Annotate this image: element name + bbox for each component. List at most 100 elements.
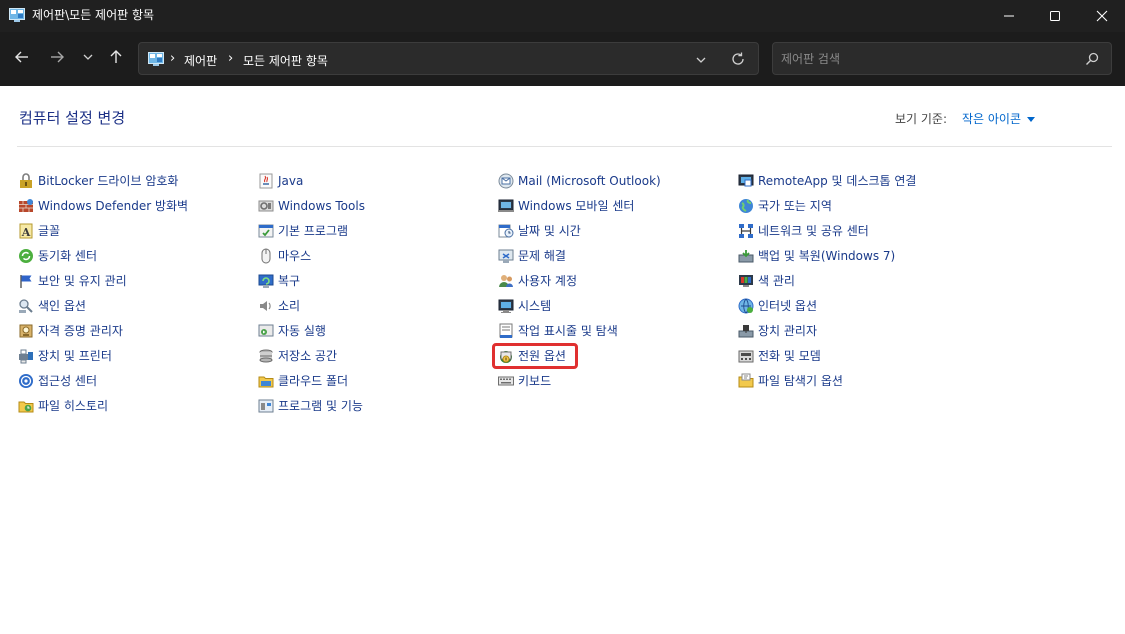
control-panel-item-label[interactable]: 저장소 공간: [278, 348, 337, 364]
control-panel-item-label[interactable]: 클라우드 폴더: [278, 373, 348, 389]
control-panel-item-backup[interactable]: 백업 및 복원(Windows 7): [738, 248, 978, 273]
breadcrumb-all-items[interactable]: 모든 제어판 항목: [243, 52, 328, 69]
control-panel-item-system[interactable]: 시스템: [498, 298, 738, 323]
control-panel-item-region-globe[interactable]: 국가 또는 지역: [738, 198, 978, 223]
control-panel-item-taskbar[interactable]: 작업 표시줄 및 탐색: [498, 323, 738, 348]
control-panel-item-label[interactable]: 마우스: [278, 248, 311, 264]
control-panel-item-label[interactable]: Windows Tools: [278, 198, 365, 214]
control-panel-item-autoplay[interactable]: 자동 실행: [258, 323, 498, 348]
control-panel-item-sound[interactable]: 소리: [258, 298, 498, 323]
control-panel-item-indexing[interactable]: 색인 옵션: [18, 298, 258, 323]
control-panel-item-label[interactable]: 프로그램 및 기능: [278, 398, 363, 414]
control-panel-item-file-explorer-options[interactable]: 파일 탐색기 옵션: [738, 373, 978, 398]
control-panel-item-sync-center[interactable]: 동기화 센터: [18, 248, 258, 273]
control-panel-item-label[interactable]: 전화 및 모뎀: [758, 348, 821, 364]
control-panel-item-firewall[interactable]: Windows Defender 방화벽: [18, 198, 258, 223]
control-panel-item-label[interactable]: 기본 프로그램: [278, 223, 348, 239]
control-panel-item-label[interactable]: 전원 옵션: [518, 348, 566, 364]
breadcrumb-control-panel[interactable]: 제어판: [184, 52, 217, 69]
control-panel-item-label[interactable]: 국가 또는 지역: [758, 198, 832, 214]
control-panel-item-label[interactable]: 장치 및 프린터: [38, 348, 112, 364]
control-panel-item-label[interactable]: 파일 히스토리: [38, 398, 108, 414]
control-panel-item-java[interactable]: Java: [258, 173, 498, 198]
control-panel-item-device-manager[interactable]: 장치 관리자: [738, 323, 978, 348]
device-manager-icon: [738, 323, 754, 339]
control-panel-item-date-time[interactable]: 날짜 및 시간: [498, 223, 738, 248]
control-panel-item-label[interactable]: 자동 실행: [278, 323, 326, 339]
control-panel-item-phone-modem[interactable]: 전화 및 모뎀: [738, 348, 978, 373]
control-panel-item-label[interactable]: 문제 해결: [518, 248, 566, 264]
control-panel-item-label[interactable]: 복구: [278, 273, 300, 289]
search-box[interactable]: [772, 42, 1112, 75]
control-panel-item-label[interactable]: 색인 옵션: [38, 298, 86, 314]
date-time-icon: [498, 223, 514, 239]
control-panel-item-label[interactable]: Windows 모바일 센터: [518, 198, 634, 214]
control-panel-item-label[interactable]: 글꼴: [38, 223, 60, 239]
control-panel-item-color-management[interactable]: 색 관리: [738, 273, 978, 298]
view-by-dropdown[interactable]: 작은 아이콘: [962, 110, 1036, 127]
recent-locations-button[interactable]: [77, 46, 99, 68]
chevron-right-icon[interactable]: ›: [228, 51, 233, 66]
control-panel-item-label[interactable]: 네트워크 및 공유 센터: [758, 223, 869, 239]
control-panel-item-default-programs[interactable]: 기본 프로그램: [258, 223, 498, 248]
arrow-left-icon: [15, 51, 28, 63]
control-panel-item-credential-manager[interactable]: 자격 증명 관리자: [18, 323, 258, 348]
control-panel-item-troubleshooting[interactable]: 문제 해결: [498, 248, 738, 273]
control-panel-item-bitlocker[interactable]: BitLocker 드라이브 암호화: [18, 173, 258, 198]
minimize-button[interactable]: [986, 0, 1032, 32]
control-panel-item-security-flag[interactable]: 보안 및 유지 관리: [18, 273, 258, 298]
control-panel-item-fonts[interactable]: A 글꼴: [18, 223, 258, 248]
internet-options-icon: [738, 298, 754, 314]
control-panel-item-label[interactable]: 동기화 센터: [38, 248, 97, 264]
control-panel-item-label[interactable]: 백업 및 복원(Windows 7): [758, 248, 895, 264]
close-button[interactable]: [1079, 0, 1125, 32]
caret-down-icon[interactable]: [1027, 117, 1036, 122]
control-panel-item-mouse[interactable]: 마우스: [258, 248, 498, 273]
control-panel-item-label[interactable]: BitLocker 드라이브 암호화: [38, 173, 178, 189]
control-panel-item-label[interactable]: 키보드: [518, 373, 551, 389]
control-panel-item-user-accounts[interactable]: 사용자 계정: [498, 273, 738, 298]
control-panel-item-recovery[interactable]: 복구: [258, 273, 498, 298]
control-panel-item-label[interactable]: 사용자 계정: [518, 273, 577, 289]
control-panel-item-label[interactable]: 보안 및 유지 관리: [38, 273, 127, 289]
control-panel-item-cloud-folder[interactable]: 클라우드 폴더: [258, 373, 498, 398]
control-panel-item-devices-printers[interactable]: 장치 및 프린터: [18, 348, 258, 373]
chevron-right-icon[interactable]: ›: [170, 51, 175, 66]
control-panel-item-label[interactable]: Mail (Microsoft Outlook): [518, 173, 661, 189]
control-panel-item-label[interactable]: RemoteApp 및 데스크톱 연결: [758, 173, 916, 189]
control-panel-item-label[interactable]: 날짜 및 시간: [518, 223, 581, 239]
address-history-button[interactable]: [693, 52, 709, 68]
control-panel-item-label[interactable]: 인터넷 옵션: [758, 298, 817, 314]
control-panel-item-label[interactable]: Java: [278, 173, 303, 189]
address-bar[interactable]: › 제어판 › 모든 제어판 항목: [138, 42, 759, 75]
refresh-button[interactable]: [730, 51, 746, 67]
control-panel-item-label[interactable]: 시스템: [518, 298, 551, 314]
control-panel-item-programs-features[interactable]: 프로그램 및 기능: [258, 398, 498, 423]
control-panel-item-windows-tools[interactable]: Windows Tools: [258, 198, 498, 223]
control-panel-item-accessibility[interactable]: 접근성 센터: [18, 373, 258, 398]
control-panel-item-label[interactable]: 작업 표시줄 및 탐색: [518, 323, 618, 339]
control-panel-item-label[interactable]: 소리: [278, 298, 300, 314]
control-panel-item-file-history[interactable]: 파일 히스토리: [18, 398, 258, 423]
back-button[interactable]: [11, 46, 33, 68]
view-by-value[interactable]: 작은 아이콘: [962, 112, 1021, 126]
control-panel-item-power-options[interactable]: 전원 옵션: [492, 343, 738, 373]
control-panel-item-storage-spaces[interactable]: 저장소 공간: [258, 348, 498, 373]
search-input[interactable]: [781, 50, 1071, 68]
control-panel-item-internet-options[interactable]: 인터넷 옵션: [738, 298, 978, 323]
control-panel-item-remoteapp[interactable]: RemoteApp 및 데스크톱 연결: [738, 173, 978, 198]
control-panel-item-label[interactable]: 장치 관리자: [758, 323, 817, 339]
control-panel-item-mail[interactable]: Mail (Microsoft Outlook): [498, 173, 738, 198]
control-panel-item-network[interactable]: 네트워크 및 공유 센터: [738, 223, 978, 248]
control-panel-item-label[interactable]: Windows Defender 방화벽: [38, 198, 188, 214]
maximize-button[interactable]: [1032, 0, 1078, 32]
control-panel-item-keyboard[interactable]: 키보드: [498, 373, 738, 398]
forward-button[interactable]: [46, 46, 68, 68]
control-panel-item-label[interactable]: 파일 탐색기 옵션: [758, 373, 843, 389]
control-panel-item-mobility-center[interactable]: Windows 모바일 센터: [498, 198, 738, 223]
control-panel-item-label[interactable]: 색 관리: [758, 273, 795, 289]
control-panel-item-label[interactable]: 자격 증명 관리자: [38, 323, 123, 339]
control-panel-item-label[interactable]: 접근성 센터: [38, 373, 97, 389]
up-button[interactable]: [105, 46, 127, 68]
search-icon[interactable]: [1084, 51, 1100, 67]
